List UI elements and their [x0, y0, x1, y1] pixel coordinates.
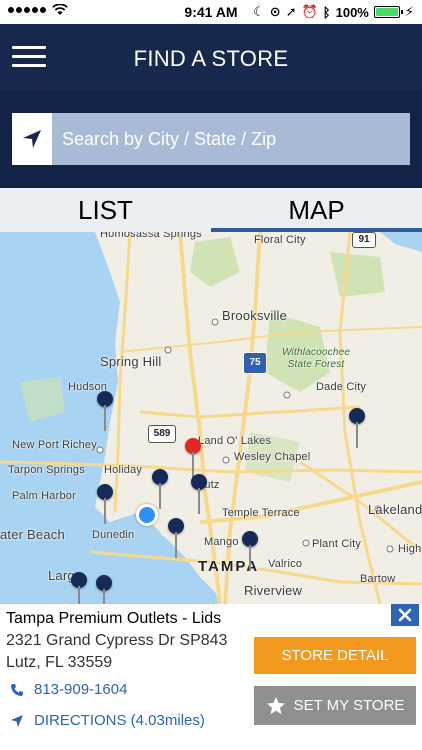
map-label-dade-city: Dade City — [316, 381, 367, 393]
current-location-dot — [136, 504, 158, 526]
battery-icon — [373, 6, 403, 18]
map-label-mango: Mango — [204, 536, 239, 548]
map-label-riverview: Riverview — [244, 583, 303, 598]
map-label-bartow: Bartow — [360, 573, 396, 585]
map-label-land-o-lakes: Land O' Lakes — [198, 435, 272, 447]
app-header: FIND A STORE — [0, 24, 422, 90]
charging-icon: ⚡ — [404, 4, 414, 19]
search-bar — [0, 90, 422, 188]
alarm-icon: ⏰ — [301, 4, 318, 19]
store-map[interactable]: Homosassa Springs Floral City Brooksvill… — [0, 232, 422, 604]
map-label-high: High — [398, 543, 422, 555]
map-label-temple-terrace: Temple Terrace — [222, 507, 300, 519]
tab-map[interactable]: MAP — [211, 188, 422, 232]
page-title: FIND A STORE — [133, 46, 289, 71]
map-label-homosassa-springs: Homosassa Springs — [100, 232, 202, 240]
store-pin[interactable] — [242, 531, 258, 575]
store-info-panel: Tampa Premium Outlets - Lids 2321 Grand … — [0, 604, 422, 750]
map-label-plant-city: Plant City — [312, 538, 362, 550]
map-label-palm-harbor: Palm Harbor — [12, 490, 76, 502]
store-phone[interactable]: 813-909-1604 — [34, 681, 127, 698]
interstate-75-shield: 75 — [243, 352, 267, 374]
store-pin[interactable] — [191, 474, 207, 518]
store-detail-button[interactable]: STORE DETAIL — [254, 637, 416, 674]
location-arrow-icon — [23, 130, 41, 148]
store-pin[interactable] — [96, 575, 112, 604]
map-label-withlacoochee: Withlacoochee State Forest — [282, 347, 351, 370]
store-pin[interactable] — [71, 572, 87, 604]
map-label-valrico: Valrico — [268, 558, 303, 570]
map-label-lakeland: Lakeland — [368, 502, 422, 517]
store-name: Tampa Premium Outlets - Lids — [6, 610, 222, 627]
map-label-tarpon-springs: Tarpon Springs — [8, 464, 85, 476]
route-91-shield: 91 — [352, 232, 376, 248]
lock-rotation-icon: ⊙ — [269, 4, 281, 19]
store-pin[interactable] — [97, 391, 113, 435]
call-store-link[interactable]: 813-909-1604 — [10, 681, 127, 698]
map-label-spring-hill: Spring Hill — [100, 354, 162, 369]
map-label-wesley-chapel: Wesley Chapel — [234, 451, 311, 463]
location-icon: ➚ — [285, 4, 297, 19]
store-address-line1: 2321 Grand Cypress Dr SP843 — [6, 632, 228, 649]
close-panel-button[interactable] — [391, 604, 419, 626]
set-my-store-button[interactable]: SET MY STORE — [254, 686, 416, 725]
map-label-new-port-richey: New Port Richey — [12, 439, 97, 451]
search-input[interactable] — [52, 113, 410, 165]
map-label-floral-city: Floral City — [254, 234, 306, 246]
store-pin[interactable] — [349, 408, 365, 452]
map-label-brooksville: Brooksville — [222, 308, 288, 323]
battery-percent: 100% — [335, 4, 369, 20]
bluetooth-icon: ᛒ — [322, 4, 331, 20]
directions-link[interactable]: DIRECTIONS (4.03miles) — [10, 712, 205, 729]
map-label-dunedin: Dunedin — [92, 529, 135, 541]
locate-me-button[interactable] — [12, 113, 52, 165]
phone-icon — [11, 683, 23, 696]
set-my-store-label: SET MY STORE — [293, 697, 405, 714]
store-address-line2: Lutz, FL 33559 — [6, 654, 113, 671]
store-pin[interactable] — [168, 518, 184, 562]
close-icon — [398, 608, 412, 622]
map-label-holiday: Holiday — [104, 464, 143, 476]
moon-icon: ☾ — [253, 4, 265, 19]
route-589-shield: 589 — [148, 425, 176, 443]
navigation-arrow-icon — [11, 714, 23, 727]
status-icons: ☾ ⊙ ➚ ⏰ ᛒ 100% ⚡ — [253, 4, 414, 20]
map-label-clear-beach: ater Beach — [0, 527, 65, 542]
store-pin[interactable] — [97, 484, 113, 528]
status-bar: 9:41 AM ☾ ⊙ ➚ ⏰ ᛒ 100% ⚡ — [0, 0, 422, 24]
tab-list[interactable]: LIST — [0, 188, 211, 232]
view-tabs: LIST MAP — [0, 188, 422, 232]
star-icon — [266, 696, 285, 714]
directions-text[interactable]: DIRECTIONS (4.03miles) — [34, 712, 205, 729]
